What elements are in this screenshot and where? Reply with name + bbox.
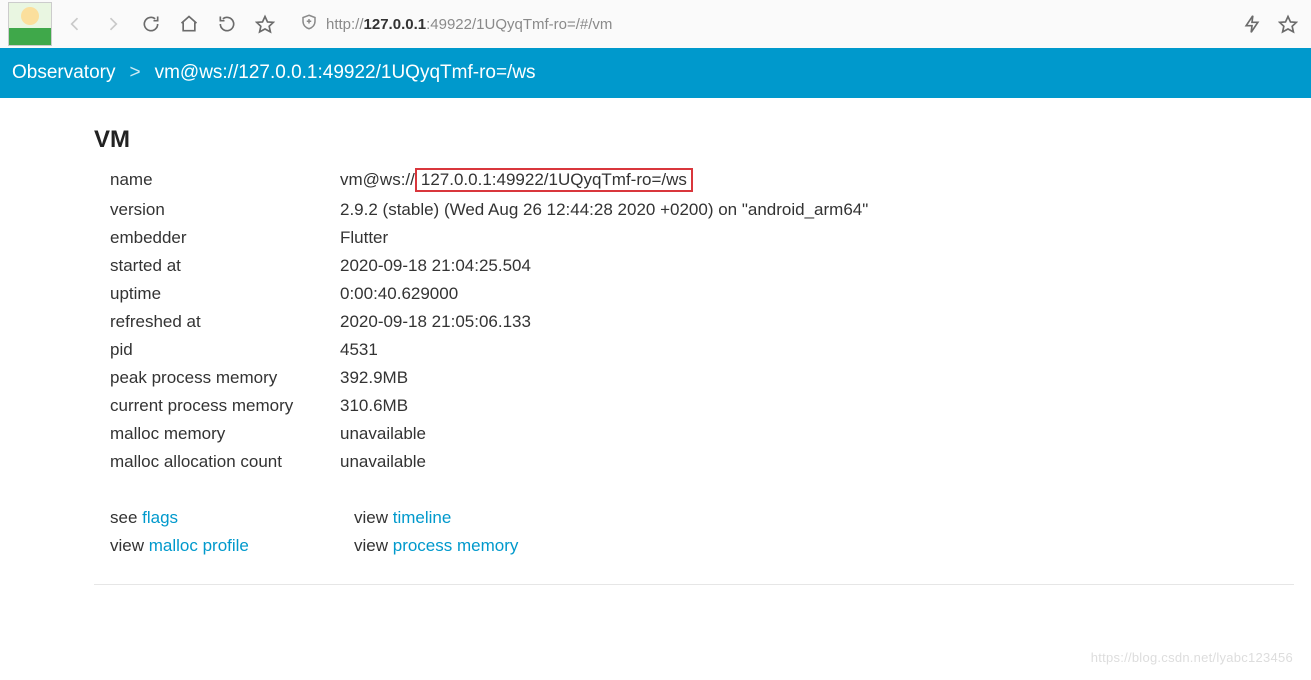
property-value: 2020-09-18 21:05:06.133 (340, 308, 886, 336)
vm-properties-table: namevm@ws://127.0.0.1:49922/1UQyqTmf-ro=… (110, 164, 886, 476)
property-key: embedder (110, 224, 340, 252)
property-value: 392.9MB (340, 364, 886, 392)
table-row: peak process memory392.9MB (110, 364, 886, 392)
forward-button[interactable] (98, 9, 128, 39)
vm-links-table: see flags view timeline view malloc prof… (110, 504, 598, 560)
property-value: 2020-09-18 21:04:25.504 (340, 252, 886, 280)
property-key: uptime (110, 280, 340, 308)
table-row: namevm@ws://127.0.0.1:49922/1UQyqTmf-ro=… (110, 164, 886, 196)
table-row: started at2020-09-18 21:04:25.504 (110, 252, 886, 280)
property-key: peak process memory (110, 364, 340, 392)
property-value: 310.6MB (340, 392, 886, 420)
view-label: view (110, 536, 149, 555)
property-value: 0:00:40.629000 (340, 280, 886, 308)
property-key: malloc allocation count (110, 448, 340, 476)
shield-icon (300, 13, 318, 36)
back-button[interactable] (60, 9, 90, 39)
property-key: version (110, 196, 340, 224)
bookmark-star-button[interactable] (250, 9, 280, 39)
malloc-profile-link[interactable]: malloc profile (149, 536, 249, 555)
table-row: malloc memoryunavailable (110, 420, 886, 448)
property-key: current process memory (110, 392, 340, 420)
table-row: uptime0:00:40.629000 (110, 280, 886, 308)
property-key: started at (110, 252, 340, 280)
property-key: malloc memory (110, 420, 340, 448)
watermark: https://blog.csdn.net/lyabc123456 (1091, 650, 1293, 665)
page-content: VM namevm@ws://127.0.0.1:49922/1UQyqTmf-… (0, 98, 1311, 615)
table-row: malloc allocation countunavailable (110, 448, 886, 476)
address-bar[interactable]: http://127.0.0.1:49922/1UQyqTmf-ro=/#/vm (288, 7, 1229, 41)
property-key: name (110, 164, 340, 196)
breadcrumb-current: vm@ws://127.0.0.1:49922/1UQyqTmf-ro=/ws (155, 62, 536, 84)
home-button[interactable] (174, 9, 204, 39)
lightning-icon[interactable] (1237, 9, 1267, 39)
url-text: http://127.0.0.1:49922/1UQyqTmf-ro=/#/vm (326, 16, 612, 33)
timeline-link[interactable]: timeline (393, 508, 452, 527)
page-title: VM (94, 126, 1311, 154)
table-row: see flags view timeline (110, 504, 598, 532)
see-label: see (110, 508, 142, 527)
property-key: refreshed at (110, 308, 340, 336)
star-outline-icon[interactable] (1273, 9, 1303, 39)
divider (94, 584, 1294, 585)
breadcrumb-separator: > (129, 62, 140, 84)
table-row: refreshed at2020-09-18 21:05:06.133 (110, 308, 886, 336)
table-row: pid4531 (110, 336, 886, 364)
table-row: embedderFlutter (110, 224, 886, 252)
highlighted-value: 127.0.0.1:49922/1UQyqTmf-ro=/ws (415, 168, 693, 192)
breadcrumb: Observatory > vm@ws://127.0.0.1:49922/1U… (0, 48, 1311, 98)
undo-button[interactable] (212, 9, 242, 39)
property-value: unavailable (340, 420, 886, 448)
property-value: unavailable (340, 448, 886, 476)
avatar[interactable] (8, 2, 52, 46)
table-row: current process memory310.6MB (110, 392, 886, 420)
browser-toolbar: http://127.0.0.1:49922/1UQyqTmf-ro=/#/vm (0, 0, 1311, 48)
view-label: view (354, 508, 393, 527)
property-value: vm@ws://127.0.0.1:49922/1UQyqTmf-ro=/ws (340, 164, 886, 196)
table-row: version2.9.2 (stable) (Wed Aug 26 12:44:… (110, 196, 886, 224)
table-row: view malloc profile view process memory (110, 532, 598, 560)
view-label: view (354, 536, 393, 555)
reload-button[interactable] (136, 9, 166, 39)
property-value: Flutter (340, 224, 886, 252)
property-value: 4531 (340, 336, 886, 364)
breadcrumb-root[interactable]: Observatory (12, 62, 115, 84)
property-value: 2.9.2 (stable) (Wed Aug 26 12:44:28 2020… (340, 196, 886, 224)
process-memory-link[interactable]: process memory (393, 536, 519, 555)
flags-link[interactable]: flags (142, 508, 178, 527)
property-key: pid (110, 336, 340, 364)
